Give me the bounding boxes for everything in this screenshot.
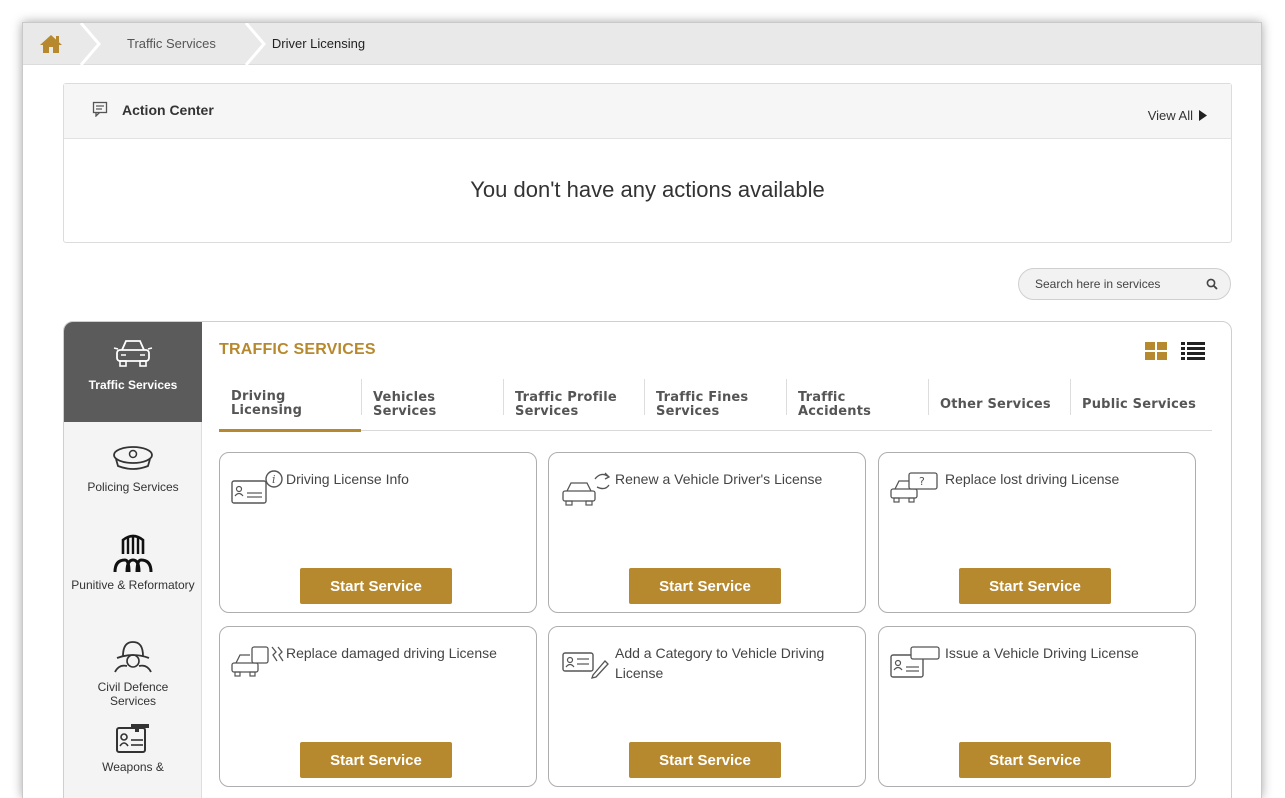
svg-text:i: i <box>272 473 276 486</box>
tab-label: Public Services <box>1082 397 1197 412</box>
car-icon <box>113 340 153 367</box>
damaged-license-icon <box>231 646 284 677</box>
license-info-icon: i <box>231 470 283 504</box>
service-card-replace-damaged-license: Replace damaged driving License Start Se… <box>219 626 537 787</box>
message-icon <box>92 101 108 117</box>
prison-icon <box>113 534 153 573</box>
sidebar-item-label: Punitive & Reformatory <box>71 578 195 592</box>
tab-label-line2: Services <box>373 404 437 419</box>
start-service-button[interactable]: Start Service <box>300 742 452 778</box>
tab-label-line2: Accidents <box>798 404 872 419</box>
tab-vehicles-services[interactable]: Vehicles Services <box>361 379 503 431</box>
grid-view-icon[interactable] <box>1145 342 1167 360</box>
breadcrumb-item-driver-licensing: Driver Licensing <box>266 23 365 65</box>
services-panel: Traffic Services Policing Services Punit… <box>63 321 1232 798</box>
service-card-issue-license: Issue a Vehicle Driving License Start Se… <box>878 626 1196 787</box>
sidebar-item-policing-services[interactable]: Policing Services <box>64 444 202 494</box>
action-center: Action Center View All You don't have an… <box>63 83 1232 243</box>
tab-public-services[interactable]: Public Services <box>1070 379 1212 431</box>
sidebar-item-civil-defence[interactable]: Civil Defence Services <box>64 638 202 708</box>
tab-traffic-profile-services[interactable]: Traffic Profile Services <box>503 379 644 431</box>
search-icon[interactable] <box>1206 278 1218 290</box>
breadcrumb-home[interactable] <box>23 23 79 65</box>
tab-label-line2: Services <box>656 404 720 419</box>
service-card-add-category: Add a Category to Vehicle Driving Licens… <box>548 626 866 787</box>
list-view-icon[interactable] <box>1181 342 1205 360</box>
section-title: TRAFFIC SERVICES <box>219 341 376 358</box>
tab-label-line1: Traffic <box>798 390 846 405</box>
breadcrumb-separator-icon <box>244 23 266 65</box>
tab-label-line1: Traffic Profile <box>515 390 617 405</box>
sidebar-item-weapons[interactable]: Weapons & <box>64 720 202 774</box>
card-title: Renew a Vehicle Driver's License <box>615 471 823 487</box>
card-title: Replace damaged driving License <box>286 645 497 661</box>
breadcrumb-label: Traffic Services <box>127 36 216 51</box>
tab-label-line1: Driving <box>231 389 286 404</box>
caret-right-icon <box>1199 110 1207 121</box>
tab-other-services[interactable]: Other Services <box>928 379 1070 431</box>
view-all-link[interactable]: View All <box>1148 108 1207 123</box>
breadcrumb-separator-icon <box>79 23 101 65</box>
lost-license-icon: ? <box>890 472 938 503</box>
tab-driving-licensing[interactable]: Driving Licensing <box>219 379 361 432</box>
tab-label-line2: Services <box>515 404 579 419</box>
service-card-replace-lost-license: ? Replace lost driving License Start Ser… <box>878 452 1196 613</box>
tab-traffic-accidents[interactable]: Traffic Accidents <box>786 379 928 431</box>
tab-traffic-fines-services[interactable]: Traffic Fines Services <box>644 379 786 431</box>
sidebar-item-label: Policing Services <box>87 480 179 494</box>
card-title: Replace lost driving License <box>945 471 1120 487</box>
empty-actions-message: You don't have any actions available <box>470 177 825 202</box>
svg-text:?: ? <box>919 475 925 488</box>
start-service-button[interactable]: Start Service <box>629 568 781 604</box>
tab-label: Other Services <box>940 397 1051 412</box>
card-title: Driving License Info <box>286 471 409 487</box>
start-service-button[interactable]: Start Service <box>959 568 1111 604</box>
service-card-renew-license: Renew a Vehicle Driver's License Start S… <box>548 452 866 613</box>
tab-label-line1: Vehicles <box>373 390 436 405</box>
sidebar-item-traffic-services[interactable]: Traffic Services <box>64 322 202 422</box>
view-toggle <box>1145 342 1205 360</box>
start-service-button[interactable]: Start Service <box>959 742 1111 778</box>
services-content: TRAFFIC SERVICES Driving Licensing Vehic… <box>219 322 1231 798</box>
action-center-header: Action Center View All <box>64 84 1231 139</box>
breadcrumb: Traffic Services Driver Licensing <box>23 23 1261 65</box>
add-category-icon <box>562 652 609 679</box>
search-input[interactable] <box>1035 277 1195 291</box>
breadcrumb-label: Driver Licensing <box>271 36 366 51</box>
new-license-icon <box>890 646 940 678</box>
action-center-title: Action Center <box>122 102 214 118</box>
service-card-driving-license-info: i Driving License Info Start Service <box>219 452 537 613</box>
start-service-button[interactable]: Start Service <box>300 568 452 604</box>
view-all-label: View All <box>1147 108 1193 123</box>
renew-license-icon <box>562 472 611 506</box>
service-search[interactable] <box>1018 268 1231 300</box>
card-title: Add a Category to Vehicle Driving Licens… <box>615 645 825 681</box>
sidebar-item-label: Traffic Services <box>88 378 178 392</box>
home-icon[interactable] <box>39 34 63 54</box>
sidebar-item-punitive-reformatory[interactable]: Punitive & Reformatory <box>64 532 202 592</box>
police-cap-icon <box>113 446 153 470</box>
service-tabs: Driving Licensing Vehicles Services Traffi… <box>219 379 1212 432</box>
weapon-license-icon <box>116 724 149 753</box>
start-service-button[interactable]: Start Service <box>629 742 781 778</box>
app-frame: Traffic Services Driver Licensing Action… <box>22 22 1262 798</box>
tab-label-line1: Traffic Fines <box>656 390 749 405</box>
breadcrumb-item-traffic-services[interactable]: Traffic Services <box>101 23 244 65</box>
firefighter-icon <box>114 641 152 673</box>
sidebar-item-label: Weapons & <box>102 760 164 774</box>
category-sidebar: Traffic Services Policing Services Punit… <box>64 322 202 798</box>
card-title: Issue a Vehicle Driving License <box>945 645 1139 661</box>
tab-label-line2: Licensing <box>231 403 303 418</box>
sidebar-item-label: Civil Defence Services <box>97 680 169 708</box>
